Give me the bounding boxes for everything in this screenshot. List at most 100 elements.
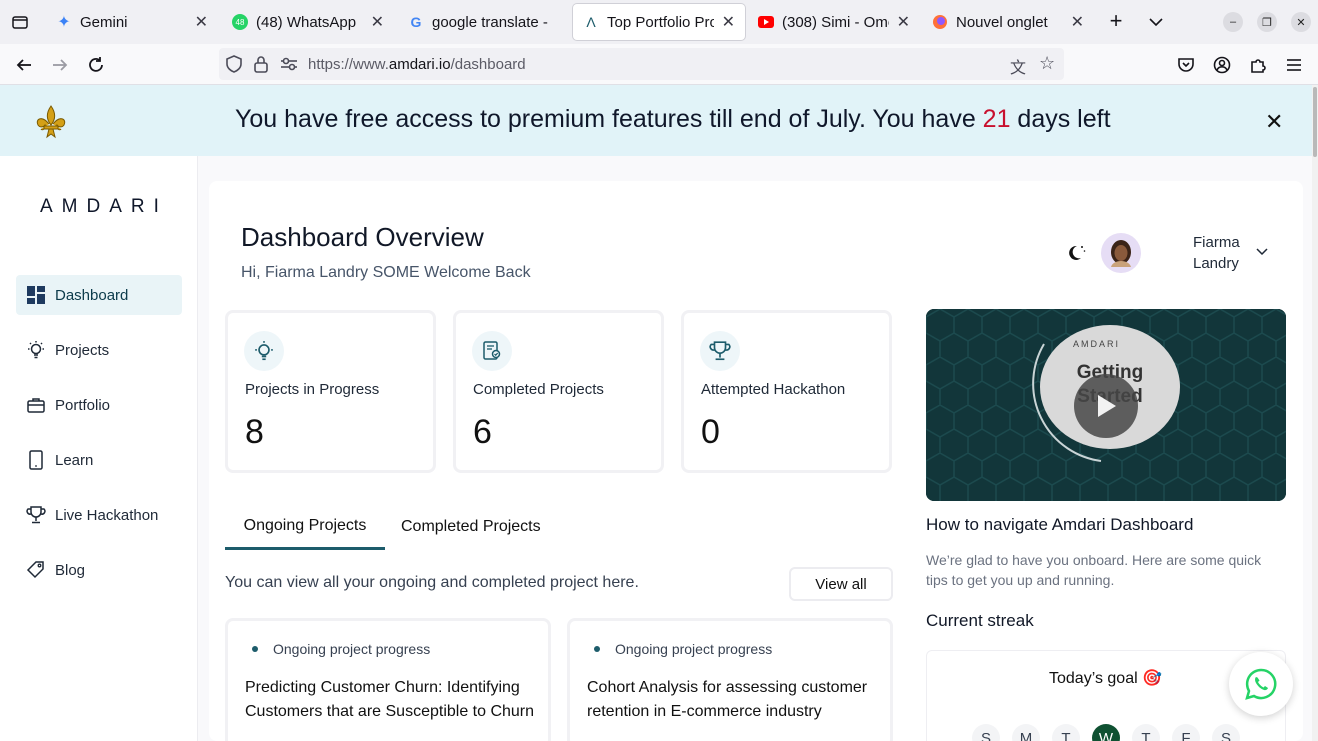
translate-icon[interactable]: 文: [1010, 54, 1026, 78]
lightbulb-icon: [26, 340, 46, 360]
close-icon[interactable]: ✕: [722, 12, 735, 32]
tab-google-translate[interactable]: G google translate -: [398, 4, 570, 40]
account-icon[interactable]: [1210, 53, 1234, 77]
play-icon: [1098, 395, 1116, 417]
extensions-icon[interactable]: [1246, 53, 1270, 77]
stat-value: 6: [473, 413, 492, 451]
tab-title: Top Portfolio Proj: [607, 13, 714, 31]
sidebar-item-label: Projects: [55, 341, 110, 359]
project-title[interactable]: Cohort Analysis for assessing customer r…: [587, 676, 887, 724]
video-description: We’re glad to have you onboard. Here are…: [926, 552, 1262, 588]
bookmark-star-icon[interactable]: ☆: [1039, 53, 1055, 74]
project-title[interactable]: Predicting Customer Churn: Identifying C…: [245, 676, 545, 724]
stat-card-attempted-hackathon[interactable]: Attempted Hackathon 0: [681, 310, 892, 473]
page-scrollbar[interactable]: [1312, 85, 1318, 741]
close-icon[interactable]: ✕: [1071, 12, 1084, 32]
tab-title: google translate -: [432, 13, 548, 31]
close-icon[interactable]: ✕: [195, 12, 208, 32]
whatsapp-icon: [1245, 668, 1277, 700]
whatsapp-chat-button[interactable]: [1229, 652, 1293, 716]
stat-value: 0: [701, 413, 720, 451]
tablet-icon: [26, 450, 46, 470]
project-card[interactable]: Ongoing project progress Cohort Analysis…: [567, 618, 893, 741]
welcome-message: Hi, Fiarma Landry SOME Welcome Back: [241, 264, 531, 281]
stat-card-completed-projects[interactable]: Completed Projects 6: [453, 310, 664, 473]
view-all-button[interactable]: View all: [789, 567, 893, 601]
tab-youtube[interactable]: (308) Simi - Omo O ✕: [748, 4, 920, 40]
sidebar-item-label: Dashboard: [55, 286, 129, 304]
tab-amdari[interactable]: Λ Top Portfolio Proj ✕: [573, 4, 745, 40]
close-icon[interactable]: ✕: [1265, 109, 1283, 135]
stat-card-projects-in-progress[interactable]: Projects in Progress 8: [225, 310, 436, 473]
tab-title: (48) WhatsApp: [256, 13, 357, 31]
sidebar-item-learn[interactable]: Learn: [16, 440, 182, 480]
reload-icon[interactable]: [84, 53, 108, 77]
trophy-icon: [700, 331, 740, 371]
briefcase-icon: [26, 395, 46, 415]
user-name[interactable]: Fiarma Landry: [1193, 232, 1243, 274]
page-title: Dashboard Overview: [241, 222, 484, 252]
shield-icon[interactable]: [226, 55, 242, 78]
google-icon: G: [410, 14, 422, 30]
tab-gemini[interactable]: ✦ Gemini ✕: [46, 4, 218, 40]
streak-title: Current streak: [926, 611, 1034, 630]
status-dot: [252, 646, 258, 652]
youtube-icon: [758, 14, 774, 30]
project-status: Ongoing project progress: [615, 641, 773, 657]
url-bar[interactable]: https://www.amdari.io/dashboard 文 ☆: [219, 48, 1064, 80]
tab-new-tab[interactable]: Nouvel onglet ✕: [922, 4, 1094, 40]
intro-video[interactable]: AMDARI Getting Started: [926, 309, 1286, 501]
dark-mode-icon[interactable]: [1066, 242, 1088, 264]
sidebar-item-label: Learn: [55, 451, 94, 469]
close-icon[interactable]: ✕: [371, 12, 384, 32]
restore-button[interactable]: ❐: [1257, 12, 1277, 32]
back-icon[interactable]: [12, 53, 36, 77]
amdari-logo[interactable]: AMDARI: [40, 196, 168, 218]
tab-completed-projects[interactable]: Completed Projects: [401, 518, 541, 536]
pocket-icon[interactable]: [1174, 53, 1198, 77]
project-status: Ongoing project progress: [273, 641, 431, 657]
sidebar-item-blog[interactable]: Blog: [16, 550, 182, 590]
tab-title: Gemini: [80, 13, 128, 31]
days-left-count: 21: [982, 105, 1011, 133]
tab-title: (308) Simi - Omo O: [782, 13, 889, 31]
stat-label: Completed Projects: [473, 381, 604, 398]
goal-title: Today’s goal 🎯: [1049, 670, 1163, 687]
stat-value: 8: [245, 413, 264, 451]
tab-title: Nouvel onglet: [956, 13, 1048, 31]
new-tab-button[interactable]: +: [1105, 10, 1127, 32]
permissions-icon[interactable]: [280, 57, 298, 76]
url-text: https://www.amdari.io/dashboard: [308, 56, 526, 73]
sidebar-item-projects[interactable]: Projects: [16, 330, 182, 370]
tab-overflow-icon[interactable]: [1146, 12, 1166, 32]
tag-icon: [26, 560, 46, 580]
minimize-button[interactable]: –: [1223, 12, 1243, 32]
scrollbar-thumb[interactable]: [1313, 87, 1317, 157]
banner-message: You have free access to premium features…: [235, 105, 1111, 133]
menu-icon[interactable]: [1282, 53, 1306, 77]
tab-ongoing-projects[interactable]: Ongoing Projects: [225, 505, 385, 550]
fleur-de-lis-logo: [32, 103, 70, 141]
forward-icon[interactable]: [48, 53, 72, 77]
tab-list-icon[interactable]: [10, 12, 30, 32]
stat-label: Attempted Hackathon: [701, 381, 846, 398]
status-dot: [594, 646, 600, 652]
premium-banner: You have free access to premium features…: [0, 85, 1312, 156]
whatsapp-icon: 48: [232, 14, 248, 30]
projects-description: You can view all your ongoing and comple…: [225, 574, 639, 591]
play-button[interactable]: [1074, 374, 1138, 438]
sidebar-item-dashboard[interactable]: Dashboard: [16, 275, 182, 315]
chevron-down-icon[interactable]: [1254, 244, 1270, 260]
sidebar-item-portfolio[interactable]: Portfolio: [16, 385, 182, 425]
video-title: How to navigate Amdari Dashboard: [926, 515, 1194, 534]
video-brand: AMDARI: [1073, 339, 1121, 349]
sidebar-item-live-hackathon[interactable]: Live Hackathon: [16, 495, 182, 535]
browser-nav-bar: https://www.amdari.io/dashboard 文 ☆: [0, 44, 1318, 85]
project-card[interactable]: Ongoing project progress Predicting Cust…: [225, 618, 551, 741]
dashboard-icon: [26, 285, 46, 305]
tab-whatsapp[interactable]: 48 (48) WhatsApp ✕: [222, 4, 394, 40]
avatar[interactable]: [1101, 233, 1141, 273]
lock-icon[interactable]: [254, 55, 268, 78]
close-icon[interactable]: ✕: [897, 12, 910, 32]
close-window-button[interactable]: ✕: [1291, 12, 1311, 32]
